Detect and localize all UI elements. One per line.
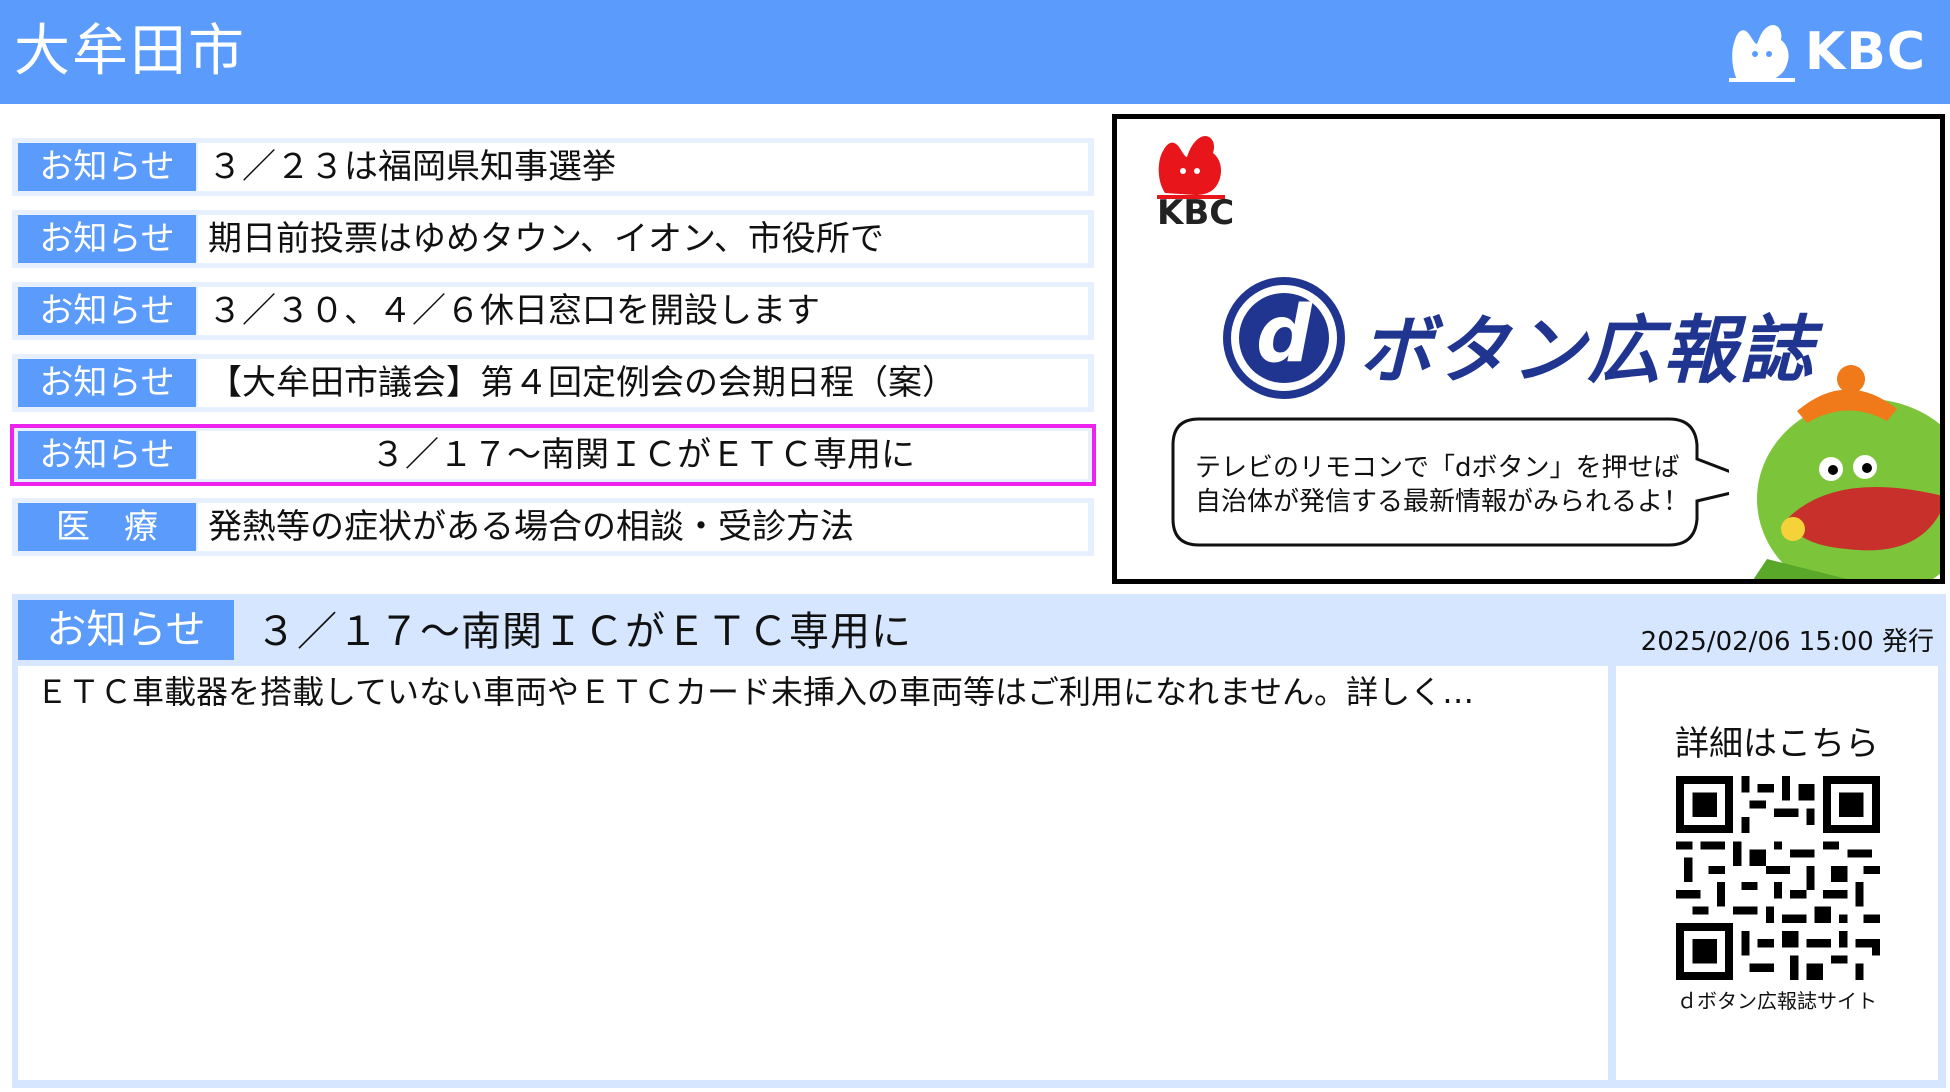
detail-panel: お知らせ ３／１７～南関ＩＣがＥＴＣ専用に 2025/02/06 15:00 発… bbox=[12, 594, 1946, 1088]
notice-row-2[interactable]: お知らせ 期日前投票はゆめタウン、イオン、市役所で bbox=[12, 210, 1094, 268]
promo-kbc-text: KBC bbox=[1157, 193, 1235, 233]
notice-text: 期日前投票はゆめタウン、イオン、市役所で bbox=[198, 215, 1088, 263]
notice-row-6[interactable]: 医 療 発熱等の症状がある場合の相談・受診方法 bbox=[12, 498, 1094, 556]
notice-text: 【大牟田市議会】第４回定例会の会期日程（案） bbox=[198, 359, 1088, 407]
kbc-logo: KBC bbox=[1727, 20, 1926, 84]
notice-row-5-selected[interactable]: お知らせ ３／１７～南関ＩＣがＥＴＣ専用に bbox=[10, 424, 1096, 486]
d-mark: d bbox=[1239, 293, 1329, 383]
medical-tag: 医 療 bbox=[18, 503, 196, 551]
notice-text: ３／３０、４／６休日窓口を開設します bbox=[198, 287, 1088, 335]
notice-tag: お知らせ bbox=[18, 215, 196, 263]
detail-body-text: ＥＴＣ車載器を搭載していない車両やＥＴＣカード未挿入の車両等はご利用になれません… bbox=[36, 673, 1475, 711]
header-bar: 大牟田市 KBC bbox=[0, 0, 1950, 104]
qr-panel: 詳細はこちら ｄボタン広報誌サイト bbox=[1616, 666, 1938, 1080]
speech-bubble-text: テレビのリモコンで「dボタン」を押せば 自治体が発信する最新情報がみられるよ！ bbox=[1195, 451, 1689, 519]
notice-row-1[interactable]: お知らせ ３／２３は福岡県知事選挙 bbox=[12, 138, 1094, 196]
notice-text: ３／１７～南関ＩＣがＥＴＣ専用に bbox=[198, 431, 1088, 479]
city-title: 大牟田市 bbox=[14, 19, 246, 84]
notice-tag: お知らせ bbox=[18, 287, 196, 335]
detail-body[interactable]: ＥＴＣ車載器を搭載していない車両やＥＴＣカード未挿入の車両等はご利用になれません… bbox=[18, 666, 1608, 1080]
qr-site-label: ｄボタン広報誌サイト bbox=[1677, 989, 1877, 1013]
kbc-mascot-icon bbox=[1728, 24, 1795, 82]
qr-caption: 詳細はこちら bbox=[1675, 724, 1879, 764]
issued-timestamp: 2025/02/06 15:00 発行 bbox=[1640, 627, 1934, 657]
detail-tag: お知らせ bbox=[18, 600, 234, 660]
d-button-promo-panel: KBC d ボタン広報誌 テレビのリモコンで「dボタン」を押せば 自治体が発信す… bbox=[1112, 114, 1945, 584]
detail-title: ３／１７～南関ＩＣがＥＴＣ専用に bbox=[256, 609, 912, 655]
notice-tag: お知らせ bbox=[18, 359, 196, 407]
kbc-logo-text: KBC bbox=[1804, 22, 1926, 82]
bubble-line-1: テレビのリモコンで「dボタン」を押せば bbox=[1195, 453, 1680, 483]
notice-row-3[interactable]: お知らせ ３／３０、４／６休日窓口を開設します bbox=[12, 282, 1094, 340]
frog-mascot-icon bbox=[1753, 365, 1940, 579]
notice-row-4[interactable]: お知らせ 【大牟田市議会】第４回定例会の会期日程（案） bbox=[12, 354, 1094, 412]
qr-code-icon[interactable] bbox=[1676, 776, 1880, 980]
bubble-line-2: 自治体が発信する最新情報がみられるよ！ bbox=[1195, 487, 1690, 517]
notice-text: 発熱等の症状がある場合の相談・受診方法 bbox=[198, 503, 1088, 551]
notice-text: ３／２３は福岡県知事選挙 bbox=[198, 143, 1088, 191]
d-button-icon: d bbox=[1223, 277, 1345, 399]
notice-tag: お知らせ bbox=[18, 143, 196, 191]
notice-tag: お知らせ bbox=[18, 431, 196, 479]
